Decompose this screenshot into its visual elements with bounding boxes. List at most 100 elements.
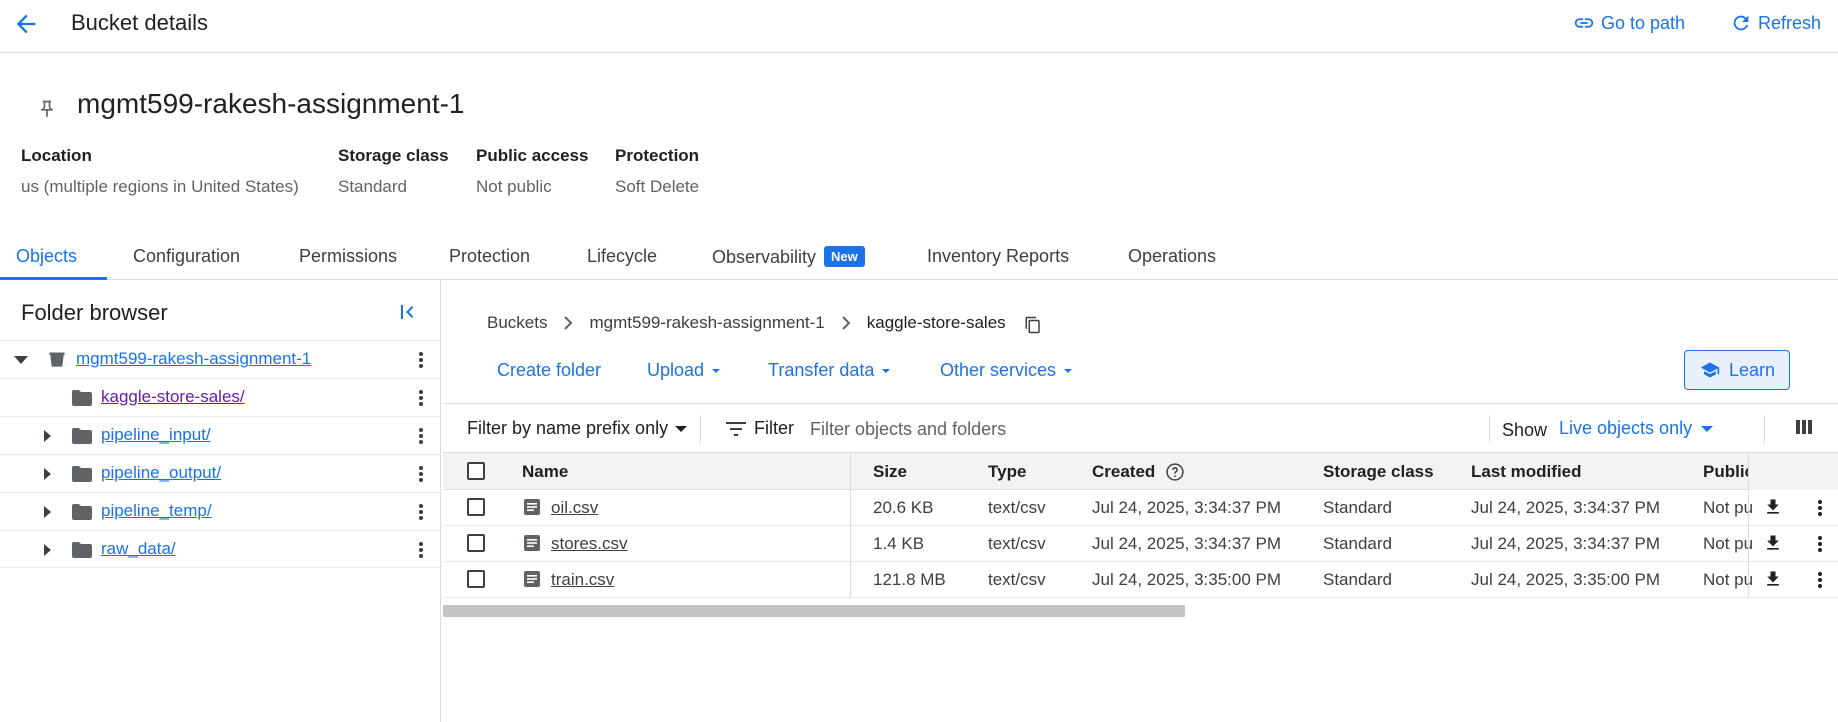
link-icon xyxy=(1573,12,1595,34)
row-checkbox[interactable] xyxy=(467,498,485,516)
tree-folder-kaggle-store-sales[interactable]: kaggle-store-sales/ xyxy=(0,378,441,416)
more-vert-icon[interactable] xyxy=(418,350,424,370)
breadcrumb-bucket[interactable]: mgmt599-rakesh-assignment-1 xyxy=(589,313,824,333)
new-badge: New xyxy=(824,246,865,267)
collapsed-arrow-icon[interactable] xyxy=(41,428,53,444)
more-vert-icon[interactable] xyxy=(418,388,424,408)
tab-configuration[interactable]: Configuration xyxy=(133,246,240,267)
live-objects-dropdown[interactable]: Live objects only xyxy=(1559,418,1714,439)
tree-folder-pipeline-temp[interactable]: pipeline_temp/ xyxy=(0,492,441,530)
row-checkbox[interactable] xyxy=(467,570,485,588)
breadcrumb-current-folder: kaggle-store-sales xyxy=(866,313,1006,332)
download-icon[interactable] xyxy=(1763,532,1783,554)
column-header-created[interactable]: Created xyxy=(1092,462,1185,482)
back-arrow-icon[interactable] xyxy=(12,10,40,38)
more-vert-icon[interactable] xyxy=(418,464,424,484)
storage-class-value: Standard xyxy=(338,177,407,196)
transfer-data-dropdown[interactable]: Transfer data xyxy=(768,360,892,381)
collapsed-arrow-icon[interactable] xyxy=(41,542,53,558)
tree-folder-label[interactable]: pipeline_temp/ xyxy=(101,501,212,521)
filter-list-icon xyxy=(726,421,746,436)
show-label: Show xyxy=(1502,420,1548,440)
file-size: 121.8 MB xyxy=(873,570,946,589)
divider xyxy=(1489,415,1490,443)
tab-protection[interactable]: Protection xyxy=(449,246,530,267)
learn-button[interactable]: Learn xyxy=(1684,350,1790,390)
chevron-right-icon xyxy=(841,316,851,330)
more-vert-icon[interactable] xyxy=(1817,534,1823,554)
tab-operations[interactable]: Operations xyxy=(1128,246,1216,267)
filter-button[interactable]: Filter xyxy=(726,418,794,439)
column-header-name[interactable]: Name xyxy=(522,462,568,482)
protection-label: Protection xyxy=(615,146,700,165)
tree-folder-pipeline-output[interactable]: pipeline_output/ xyxy=(0,454,441,492)
actions-column xyxy=(1748,490,1838,598)
protection-value: Soft Delete xyxy=(615,177,700,196)
prefix-filter-dropdown[interactable]: Filter by name prefix only xyxy=(467,418,688,439)
column-header-storage-class[interactable]: Storage class xyxy=(1323,462,1434,482)
column-display-icon[interactable] xyxy=(1795,418,1813,436)
create-folder-button[interactable]: Create folder xyxy=(497,360,601,381)
transfer-data-label: Transfer data xyxy=(768,360,875,380)
copy-icon[interactable] xyxy=(1024,315,1042,335)
more-vert-icon[interactable] xyxy=(1817,498,1823,518)
tab-lifecycle[interactable]: Lifecycle xyxy=(587,246,657,267)
public-access-value: Not public xyxy=(476,177,552,196)
tree-folder-label[interactable]: pipeline_input/ xyxy=(101,425,211,445)
more-vert-icon[interactable] xyxy=(418,540,424,560)
file-size: 1.4 KB xyxy=(873,534,925,553)
tree-folder-label[interactable]: kaggle-store-sales/ xyxy=(101,387,245,407)
upload-dropdown[interactable]: Upload xyxy=(647,360,722,381)
file-type: text/csv xyxy=(988,534,1046,553)
folder-browser-title: Folder browser xyxy=(21,300,168,325)
file-storage-class: Standard xyxy=(1323,498,1392,517)
more-vert-icon[interactable] xyxy=(418,502,424,522)
breadcrumb-buckets[interactable]: Buckets xyxy=(487,313,547,333)
tab-objects[interactable]: Objects xyxy=(16,246,77,267)
help-icon[interactable] xyxy=(1165,462,1185,482)
column-header-public[interactable]: Public xyxy=(1703,462,1754,482)
expanded-arrow-icon[interactable] xyxy=(11,352,31,368)
column-header-last-modified[interactable]: Last modified xyxy=(1471,462,1582,482)
go-to-path-button[interactable]: Go to path xyxy=(1573,12,1685,34)
collapse-panel-icon[interactable] xyxy=(396,300,420,324)
dropdown-arrow-icon xyxy=(1700,424,1714,434)
more-vert-icon[interactable] xyxy=(1817,570,1823,590)
tree-root-link[interactable]: mgmt599-rakesh-assignment-1 xyxy=(76,349,311,369)
file-name-link[interactable]: train.csv xyxy=(551,570,614,590)
table-row[interactable]: stores.csv 1.4 KB text/csv Jul 24, 2025,… xyxy=(443,526,1838,562)
download-icon[interactable] xyxy=(1763,568,1783,590)
tree-folder-pipeline-input[interactable]: pipeline_input/ xyxy=(0,416,441,454)
column-header-type[interactable]: Type xyxy=(988,462,1026,482)
tab-permissions[interactable]: Permissions xyxy=(299,246,397,267)
select-all-checkbox[interactable] xyxy=(467,462,485,480)
breadcrumb: Buckets mgmt599-rakesh-assignment-1 kagg… xyxy=(487,311,1042,335)
other-services-dropdown[interactable]: Other services xyxy=(940,360,1074,381)
horizontal-scrollbar[interactable] xyxy=(443,605,1838,619)
file-name-link[interactable]: oil.csv xyxy=(551,498,598,518)
tree-folder-raw-data[interactable]: raw_data/ xyxy=(0,530,441,568)
divider xyxy=(700,415,701,443)
column-header-size[interactable]: Size xyxy=(873,462,907,482)
tree-folder-label[interactable]: raw_data/ xyxy=(101,539,176,559)
folder-icon xyxy=(72,428,92,444)
tree-folder-label[interactable]: pipeline_output/ xyxy=(101,463,221,483)
download-icon[interactable] xyxy=(1763,496,1783,518)
tab-observability[interactable]: Observability New xyxy=(712,246,865,268)
filter-label: Filter xyxy=(754,418,794,438)
refresh-button[interactable]: Refresh xyxy=(1730,12,1821,34)
table-row[interactable]: train.csv 121.8 MB text/csv Jul 24, 2025… xyxy=(443,562,1838,598)
file-public: Not pu xyxy=(1703,534,1754,553)
more-vert-icon[interactable] xyxy=(418,426,424,446)
file-last-modified: Jul 24, 2025, 3:34:37 PM xyxy=(1471,534,1661,553)
tree-root-bucket[interactable]: mgmt599-rakesh-assignment-1 xyxy=(0,340,441,378)
table-row[interactable]: oil.csv 20.6 KB text/csv Jul 24, 2025, 3… xyxy=(443,490,1838,526)
collapsed-arrow-icon[interactable] xyxy=(41,504,53,520)
filter-input[interactable] xyxy=(810,412,1490,446)
file-name-link[interactable]: stores.csv xyxy=(551,534,628,554)
tab-inventory-reports[interactable]: Inventory Reports xyxy=(927,246,1069,267)
row-checkbox[interactable] xyxy=(467,534,485,552)
collapsed-arrow-icon[interactable] xyxy=(41,466,53,482)
bucket-icon xyxy=(47,350,67,370)
scrollbar-thumb[interactable] xyxy=(443,605,1185,617)
